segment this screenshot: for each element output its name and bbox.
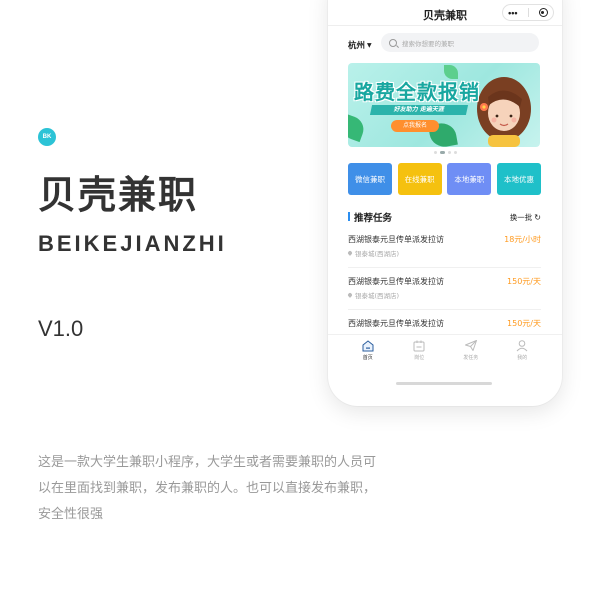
tab-positions[interactable]: 岗位: [399, 339, 439, 368]
home-icon: [362, 340, 374, 352]
tab-label: 发任务: [463, 355, 479, 361]
job-title: 西湖银泰元旦传单派发拉访: [348, 235, 444, 244]
carousel-indicator: [328, 151, 562, 154]
job-title: 西湖银泰元旦传单派发拉访: [348, 319, 444, 328]
carousel-dot[interactable]: [453, 151, 457, 154]
tab-label: 岗位: [414, 355, 425, 361]
send-icon: [464, 340, 477, 351]
job-pay: 150元/天: [507, 319, 541, 328]
job-pay: 150元/天: [507, 277, 541, 286]
divider: [348, 267, 541, 268]
version-label: V1.0: [38, 316, 84, 341]
refresh-button[interactable]: 换一批 ↻: [510, 212, 541, 223]
user-icon: [516, 340, 528, 352]
carousel-dot[interactable]: [433, 151, 437, 154]
mini-program-capsule: •••: [502, 4, 554, 21]
city-selector[interactable]: 杭州 ▼: [348, 39, 372, 51]
carousel-dot-active[interactable]: [439, 151, 445, 154]
app-description: 这是一款大学生兼职小程序，大学生或者需要兼职的人员可 以在里面找到兼职，发布兼职…: [38, 450, 418, 528]
job-item[interactable]: 西湖银泰元旦传单派发拉访 150元/天: [348, 318, 541, 334]
calendar-icon: [413, 340, 425, 352]
divider: [348, 309, 541, 310]
app-title: 贝壳兼职: [38, 173, 199, 217]
home-indicator[interactable]: [396, 382, 492, 385]
city-label: 杭州: [348, 41, 366, 51]
search-placeholder: 搜索你想要的兼职: [402, 39, 454, 48]
banner-subtitle: 好友助力 走遍天涯: [369, 105, 469, 115]
more-icon[interactable]: •••: [508, 8, 517, 18]
job-location-text: 银泰城(西湖店): [355, 250, 400, 258]
job-title: 西湖银泰元旦传单派发拉访: [348, 277, 444, 286]
tile-wechat-jobs[interactable]: 微信兼职: [348, 163, 392, 195]
tile-online-jobs[interactable]: 在线兼职: [397, 163, 442, 195]
brand-badge-icon: BK: [38, 128, 56, 146]
location-pin-icon: [347, 250, 353, 256]
recommended-section-header: 推荐任务 换一批 ↻: [348, 210, 541, 224]
tab-home[interactable]: 首页: [348, 339, 388, 368]
search-input[interactable]: 搜索你想要的兼职: [381, 33, 539, 52]
description-line: 这是一款大学生兼职小程序，大学生或者需要兼职的人员可: [38, 455, 377, 470]
leaf-decoration-icon: [348, 113, 368, 143]
category-tiles: 微信兼职 在线兼职 本地兼职 本地优惠: [348, 163, 541, 195]
job-location: 银泰城(西湖店): [347, 248, 400, 258]
tab-label: 我的: [517, 355, 528, 361]
job-pay: 18元/小时: [504, 235, 541, 244]
app-pinyin-title: BEIKEJIANZHI: [38, 231, 227, 256]
tab-post-task[interactable]: 发任务: [451, 339, 491, 368]
close-target-icon[interactable]: [538, 8, 548, 17]
refresh-label: 换一批: [509, 212, 533, 222]
tab-mine[interactable]: 我的: [502, 339, 542, 368]
banner-signup-button[interactable]: 点我报名: [391, 120, 439, 132]
carousel-dot[interactable]: [447, 151, 451, 154]
caret-down-icon: ▼: [367, 41, 372, 49]
tile-local-jobs[interactable]: 本地兼职: [447, 163, 492, 195]
bottom-tab-bar: 首页 岗位 发任务 我的: [328, 334, 562, 368]
tab-label: 首页: [362, 355, 373, 361]
capsule-divider: [527, 8, 529, 17]
job-location-text: 银泰城(西湖店): [355, 292, 400, 300]
tile-local-deals[interactable]: 本地优惠: [496, 163, 541, 195]
navigation-bar: 贝壳兼职 •••: [328, 0, 562, 26]
job-item[interactable]: 西湖银泰元旦传单派发拉访 150元/天 银泰城(西湖店): [347, 276, 541, 316]
refresh-icon: ↻: [534, 212, 541, 222]
job-item[interactable]: 西湖银泰元旦传单派发拉访 18元/小时 银泰城(西湖店): [347, 234, 541, 274]
description-line: 安全性很强: [38, 507, 104, 522]
description-line: 以在里面找到兼职，发布兼职的人。也可以直接发布兼职，: [38, 481, 377, 496]
job-location: 银泰城(西湖店): [347, 290, 400, 300]
banner-title: 路费全款报销: [354, 80, 480, 104]
promo-banner[interactable]: 路费全款报销 好友助力 走遍天涯 点我报名: [348, 63, 540, 147]
phone-mockup: 贝壳兼职 ••• 杭州 ▼ 搜索你想要的兼职 路费全款报销 好友助力 走遍天涯 …: [328, 0, 562, 406]
location-pin-icon: [347, 292, 353, 298]
section-title: 推荐任务: [348, 210, 392, 224]
search-icon: [389, 38, 397, 47]
